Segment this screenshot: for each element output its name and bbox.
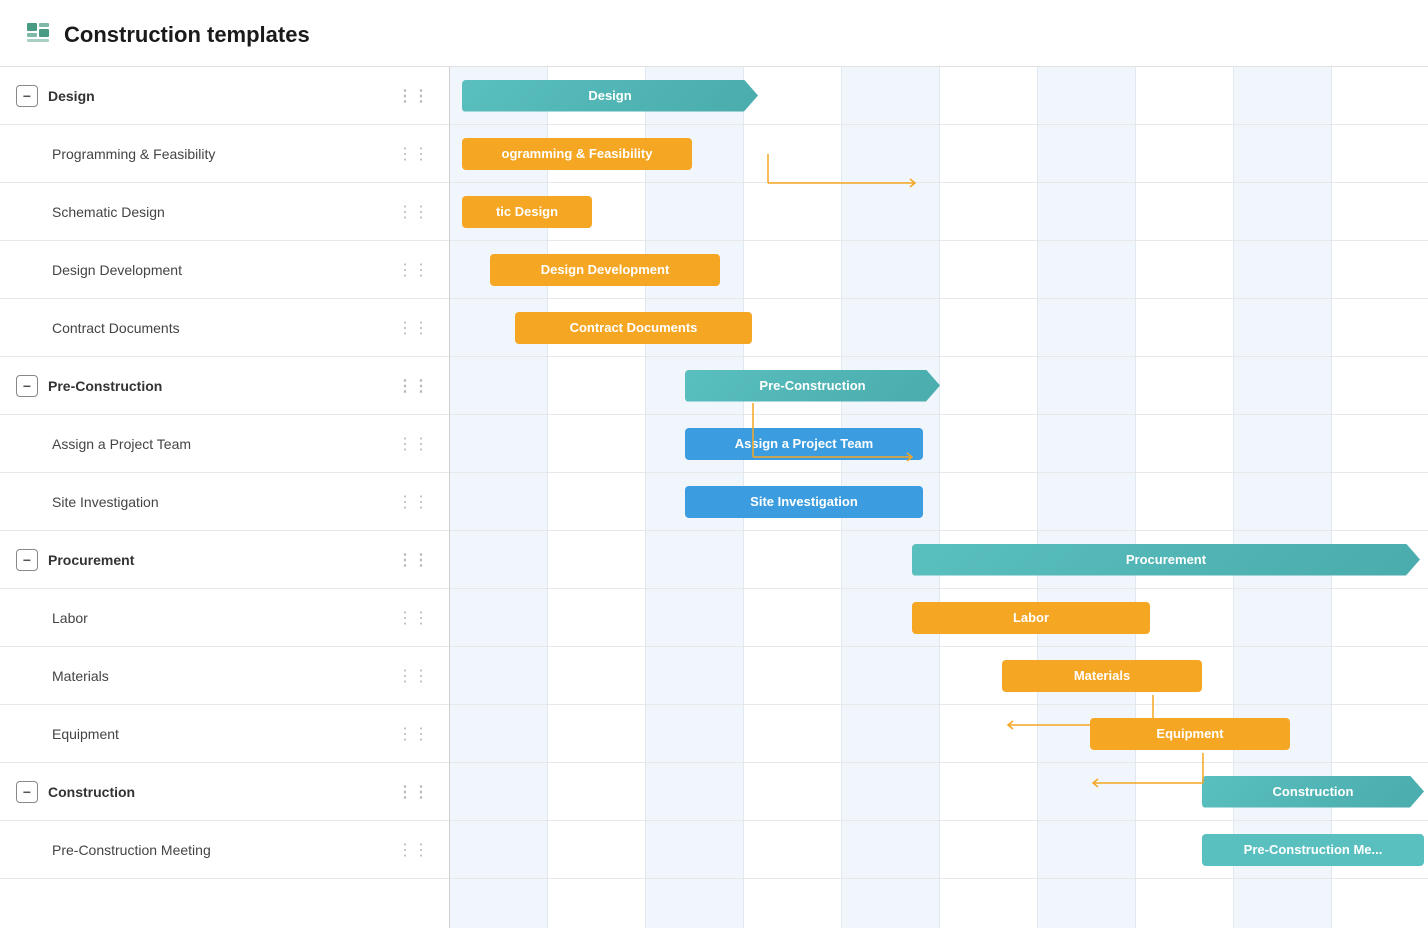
drag-contract[interactable]: ⋮⋮ (393, 318, 433, 338)
task-label-preconstruction-meeting: Pre-Construction Meeting (52, 842, 393, 858)
page-header: Construction templates (0, 0, 1428, 67)
collapse-construction[interactable]: − (16, 781, 38, 803)
gantt-inner: Design ogramming & Feasibility tic Desig… (450, 67, 1428, 928)
bar-programming[interactable]: ogramming & Feasibility (462, 138, 692, 170)
collapse-preconstruction[interactable]: − (16, 375, 38, 397)
bar-materials[interactable]: Materials (1002, 660, 1202, 692)
gantt-row-contract: Contract Documents (450, 299, 1428, 357)
gantt-row-design-group: Design (450, 67, 1428, 125)
bar-label-assign: Assign a Project Team (735, 436, 873, 451)
drag-design-dev[interactable]: ⋮⋮ (393, 260, 433, 280)
gantt-row-equipment: Equipment (450, 705, 1428, 763)
drag-preconstruction[interactable]: ⋮⋮ (393, 376, 433, 396)
task-row-design-dev: Design Development ⋮⋮ (0, 241, 449, 299)
bar-contract[interactable]: Contract Documents (515, 312, 752, 344)
drag-labor[interactable]: ⋮⋮ (393, 608, 433, 628)
drag-assign[interactable]: ⋮⋮ (393, 434, 433, 454)
collapse-procurement[interactable]: − (16, 549, 38, 571)
templates-icon (24, 18, 52, 52)
bar-preconstruction-meeting[interactable]: Pre-Construction Me... (1202, 834, 1424, 866)
bar-label-design-dev: Design Development (541, 262, 670, 277)
bar-equipment[interactable]: Equipment (1090, 718, 1290, 750)
bar-design-dev[interactable]: Design Development (490, 254, 720, 286)
task-row-labor: Labor ⋮⋮ (0, 589, 449, 647)
page: Construction templates − Design ⋮⋮ Progr… (0, 0, 1428, 928)
task-label-contract: Contract Documents (52, 320, 393, 336)
bar-preconstruction-group[interactable]: Pre-Construction (685, 370, 940, 402)
group-label-procurement: Procurement (48, 552, 393, 568)
task-row-programming: Programming & Feasibility ⋮⋮ (0, 125, 449, 183)
bar-label-labor: Labor (1013, 610, 1049, 625)
group-row-design: − Design ⋮⋮ (0, 67, 449, 125)
gantt-row-preconstruction-meeting: Pre-Construction Me... (450, 821, 1428, 879)
group-label-design: Design (48, 88, 393, 104)
bar-label-design: Design (588, 88, 631, 103)
task-label-labor: Labor (52, 610, 393, 626)
gantt-row-labor: Labor (450, 589, 1428, 647)
task-row-schematic: Schematic Design ⋮⋮ (0, 183, 449, 241)
task-label-materials: Materials (52, 668, 393, 684)
bar-label-materials: Materials (1074, 668, 1130, 683)
group-row-construction: − Construction ⋮⋮ (0, 763, 449, 821)
task-row-site-inv: Site Investigation ⋮⋮ (0, 473, 449, 531)
bar-label-construction: Construction (1273, 784, 1354, 799)
collapse-design[interactable]: − (16, 85, 38, 107)
bar-label-preconstruction: Pre-Construction (759, 378, 865, 393)
bar-label-schematic: tic Design (496, 204, 558, 219)
group-label-preconstruction: Pre-Construction (48, 378, 393, 394)
bar-labor[interactable]: Labor (912, 602, 1150, 634)
drag-materials[interactable]: ⋮⋮ (393, 666, 433, 686)
group-row-preconstruction: − Pre-Construction ⋮⋮ (0, 357, 449, 415)
drag-preconstruction-meeting[interactable]: ⋮⋮ (393, 840, 433, 860)
drag-procurement[interactable]: ⋮⋮ (393, 550, 433, 570)
drag-schematic[interactable]: ⋮⋮ (393, 202, 433, 222)
page-title: Construction templates (64, 22, 310, 48)
gantt-row-construction-group: Construction (450, 763, 1428, 821)
task-label-equipment: Equipment (52, 726, 393, 742)
bar-label-preconstruction-meeting: Pre-Construction Me... (1244, 842, 1383, 857)
bar-design-group[interactable]: Design (462, 80, 758, 112)
drag-equipment[interactable]: ⋮⋮ (393, 724, 433, 744)
task-row-preconstruction-meeting: Pre-Construction Meeting ⋮⋮ (0, 821, 449, 879)
task-row-equipment: Equipment ⋮⋮ (0, 705, 449, 763)
task-label-programming: Programming & Feasibility (52, 146, 393, 162)
task-row-materials: Materials ⋮⋮ (0, 647, 449, 705)
gantt-row-materials: Materials (450, 647, 1428, 705)
task-label-site-inv: Site Investigation (52, 494, 393, 510)
gantt-row-schematic: tic Design (450, 183, 1428, 241)
task-list: − Design ⋮⋮ Programming & Feasibility ⋮⋮… (0, 67, 450, 928)
gantt-row-procurement-group: Procurement (450, 531, 1428, 589)
gantt-area: Design ogramming & Feasibility tic Desig… (450, 67, 1428, 928)
bar-assign[interactable]: Assign a Project Team (685, 428, 923, 460)
group-row-procurement: − Procurement ⋮⋮ (0, 531, 449, 589)
bar-site-inv[interactable]: Site Investigation (685, 486, 923, 518)
bar-label-contract: Contract Documents (570, 320, 698, 335)
drag-programming[interactable]: ⋮⋮ (393, 144, 433, 164)
bar-label-procurement: Procurement (1126, 552, 1206, 567)
main-content: − Design ⋮⋮ Programming & Feasibility ⋮⋮… (0, 67, 1428, 928)
gantt-row-preconstruction-group: Pre-Construction (450, 357, 1428, 415)
drag-construction[interactable]: ⋮⋮ (393, 782, 433, 802)
task-label-design-dev: Design Development (52, 262, 393, 278)
bar-construction-group[interactable]: Construction (1202, 776, 1424, 808)
bar-label-programming: ogramming & Feasibility (502, 146, 653, 161)
bar-procurement-group[interactable]: Procurement (912, 544, 1420, 576)
gantt-row-site-inv: Site Investigation (450, 473, 1428, 531)
gantt-row-design-dev: Design Development (450, 241, 1428, 299)
group-label-construction: Construction (48, 784, 393, 800)
gantt-rows: Design ogramming & Feasibility tic Desig… (450, 67, 1428, 879)
drag-design[interactable]: ⋮⋮ (393, 86, 433, 106)
bar-schematic[interactable]: tic Design (462, 196, 592, 228)
task-row-contract: Contract Documents ⋮⋮ (0, 299, 449, 357)
gantt-row-assign: Assign a Project Team (450, 415, 1428, 473)
gantt-row-programming: ogramming & Feasibility (450, 125, 1428, 183)
task-label-assign: Assign a Project Team (52, 436, 393, 452)
drag-site-inv[interactable]: ⋮⋮ (393, 492, 433, 512)
task-row-assign: Assign a Project Team ⋮⋮ (0, 415, 449, 473)
task-label-schematic: Schematic Design (52, 204, 393, 220)
bar-label-site-inv: Site Investigation (750, 494, 858, 509)
bar-label-equipment: Equipment (1156, 726, 1223, 741)
